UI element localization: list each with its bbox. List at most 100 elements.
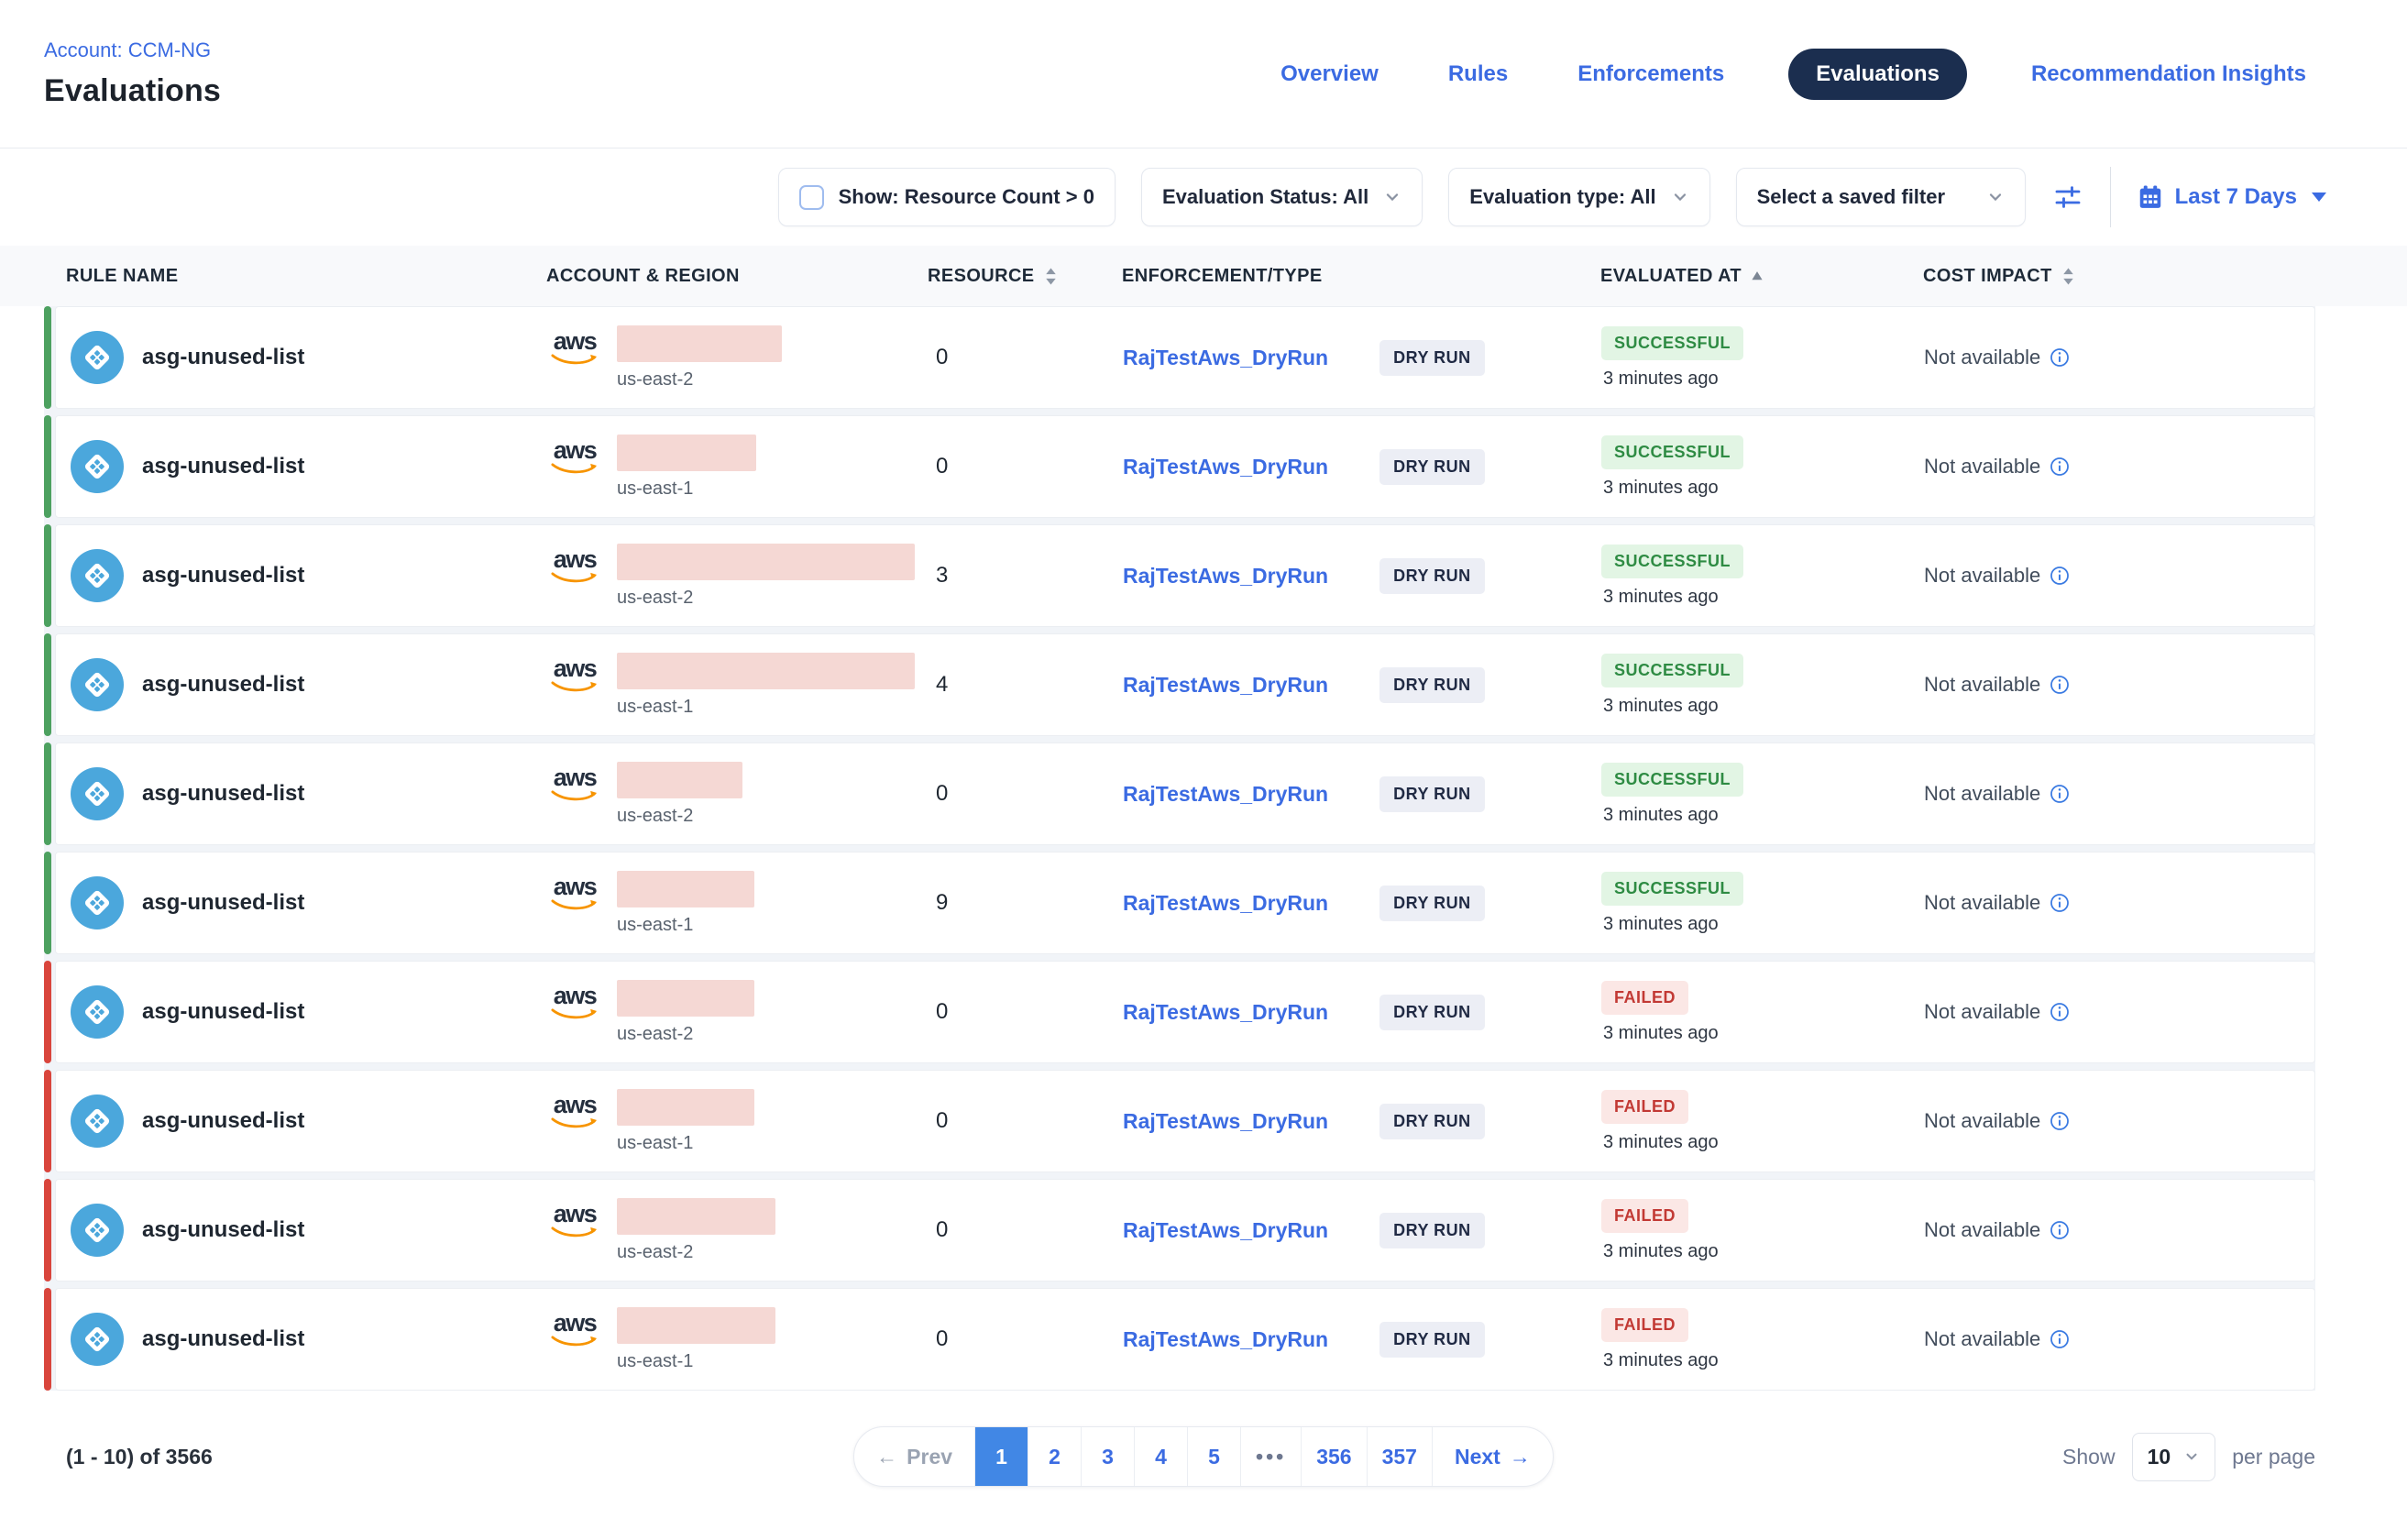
sort-icon[interactable] [2061, 267, 2075, 286]
enforcement-link[interactable]: RajTestAws_DryRun [1123, 673, 1328, 698]
page-button-357[interactable]: 357 [1368, 1427, 1433, 1486]
rule-name: asg-unused-list [142, 781, 304, 807]
evaluation-type-select[interactable]: Evaluation type: All [1448, 168, 1709, 226]
column-header-resource[interactable]: RESOURCE [928, 266, 1122, 287]
evaluated-time: 3 minutes ago [1603, 1132, 1719, 1153]
next-page-button[interactable]: Next → [1433, 1427, 1553, 1486]
row-card: asg-unused-list aws us-east-2 3 RajTestA… [55, 524, 2315, 627]
enforcement-cell: RajTestAws_DryRun DRY RUN [1123, 1104, 1601, 1139]
aws-logo-icon: aws [547, 438, 602, 475]
enforcement-link[interactable]: RajTestAws_DryRun [1123, 564, 1328, 588]
enforcement-link[interactable]: RajTestAws_DryRun [1123, 891, 1328, 916]
info-icon[interactable] [2050, 893, 2070, 913]
per-page-label: per page [2232, 1445, 2315, 1469]
info-icon[interactable] [2050, 1329, 2070, 1349]
enforcement-link[interactable]: RajTestAws_DryRun [1123, 1218, 1328, 1243]
enforcement-link[interactable]: RajTestAws_DryRun [1123, 346, 1328, 370]
status-badge: SUCCESSFUL [1601, 435, 1743, 469]
table-row[interactable]: asg-unused-list aws us-east-1 4 RajTestA… [44, 633, 2315, 736]
sort-asc-icon[interactable] [1751, 270, 1764, 281]
evaluation-status-select[interactable]: Evaluation Status: All [1141, 168, 1423, 226]
enforcement-cell: RajTestAws_DryRun DRY RUN [1123, 667, 1601, 703]
table-row[interactable]: asg-unused-list aws us-east-1 0 RajTestA… [44, 1070, 2315, 1172]
nav-tab-recommendation-insights[interactable]: Recommendation Insights [2026, 49, 2312, 100]
info-icon[interactable] [2050, 1002, 2070, 1022]
evaluated-time: 3 minutes ago [1603, 914, 1719, 935]
resource-count-filter[interactable]: Show: Resource Count > 0 [778, 168, 1116, 226]
table-row[interactable]: asg-unused-list aws us-east-1 9 RajTestA… [44, 852, 2315, 954]
nav-tab-overview[interactable]: Overview [1275, 49, 1384, 100]
pagination-ellipsis[interactable]: ••• [1241, 1427, 1302, 1486]
sort-icon[interactable] [1044, 267, 1058, 286]
cost-impact-value: Not available [1924, 673, 2040, 697]
page-size-select[interactable]: 10 [2132, 1433, 2216, 1481]
info-icon[interactable] [2050, 347, 2070, 368]
sliders-icon [2051, 181, 2084, 214]
status-color-bar [44, 1288, 51, 1391]
page-button-5[interactable]: 5 [1188, 1427, 1241, 1486]
evaluated-at-cell: SUCCESSFUL 3 minutes ago [1601, 435, 1924, 499]
region-label: us-east-2 [617, 588, 915, 609]
info-icon[interactable] [2050, 1111, 2070, 1131]
page-title: Evaluations [44, 73, 221, 109]
table-row[interactable]: asg-unused-list aws us-east-2 0 RajTestA… [44, 742, 2315, 845]
table-row[interactable]: asg-unused-list aws us-east-1 0 RajTestA… [44, 1288, 2315, 1391]
resource-count: 3 [929, 563, 1123, 588]
table-row[interactable]: asg-unused-list aws us-east-2 3 RajTestA… [44, 524, 2315, 627]
account-region-cell: aws us-east-1 [547, 434, 929, 500]
resource-count-checkbox[interactable] [799, 185, 824, 210]
region-label: us-east-1 [617, 915, 754, 936]
filter-settings-button[interactable] [2051, 181, 2084, 214]
nav-tab-enforcements[interactable]: Enforcements [1572, 49, 1730, 100]
status-badge: FAILED [1601, 1090, 1688, 1124]
enforcement-link[interactable]: RajTestAws_DryRun [1123, 1327, 1328, 1352]
cost-impact-cell: Not available [1924, 346, 2314, 369]
table-row[interactable]: asg-unused-list aws us-east-2 0 RajTestA… [44, 961, 2315, 1063]
status-color-bar [44, 633, 51, 736]
account-breadcrumb-link[interactable]: Account: CCM-NG [44, 38, 221, 62]
account-region-cell: aws us-east-2 [547, 980, 929, 1045]
enforcement-link[interactable]: RajTestAws_DryRun [1123, 1109, 1328, 1134]
account-region-cell: aws us-east-2 [547, 1198, 929, 1263]
account-region-cell: aws us-east-2 [547, 325, 929, 390]
divider [2110, 167, 2111, 227]
info-icon[interactable] [2050, 675, 2070, 695]
page-button-2[interactable]: 2 [1028, 1427, 1082, 1486]
table-header-band: RULE NAME ACCOUNT & REGION RESOURCE ENFO… [0, 246, 2407, 306]
prev-page-button[interactable]: ← Prev [854, 1427, 975, 1486]
enforcement-link[interactable]: RajTestAws_DryRun [1123, 782, 1328, 807]
nav-tab-evaluations[interactable]: Evaluations [1788, 49, 1967, 100]
info-icon[interactable] [2050, 566, 2070, 586]
nav-tab-rules[interactable]: Rules [1443, 49, 1513, 100]
region-label: us-east-1 [617, 478, 756, 500]
enforcement-link[interactable]: RajTestAws_DryRun [1123, 1000, 1328, 1025]
rule-name: asg-unused-list [142, 1108, 304, 1134]
table-row[interactable]: asg-unused-list aws us-east-2 0 RajTestA… [44, 306, 2315, 409]
info-icon[interactable] [2050, 1220, 2070, 1240]
table-row[interactable]: asg-unused-list aws us-east-1 0 RajTestA… [44, 415, 2315, 518]
table-row[interactable]: asg-unused-list aws us-east-2 0 RajTestA… [44, 1179, 2315, 1282]
evaluated-at-cell: FAILED 3 minutes ago [1601, 981, 1924, 1044]
evaluated-time: 3 minutes ago [1603, 587, 1719, 608]
cost-impact-value: Not available [1924, 1109, 2040, 1133]
date-range-picker[interactable]: Last 7 Days [2137, 183, 2326, 211]
status-color-bar [44, 961, 51, 1063]
info-icon[interactable] [2050, 784, 2070, 804]
status-color-bar [44, 1070, 51, 1172]
info-icon[interactable] [2050, 456, 2070, 477]
column-header-cost-impact[interactable]: COST IMPACT [1923, 266, 2315, 287]
page-button-1[interactable]: 1 [975, 1427, 1028, 1486]
status-badge: SUCCESSFUL [1601, 544, 1743, 578]
region-label: us-east-2 [617, 1242, 775, 1263]
page-button-4[interactable]: 4 [1135, 1427, 1188, 1486]
resource-count: 0 [929, 454, 1123, 479]
page-button-3[interactable]: 3 [1082, 1427, 1135, 1486]
column-header-evaluated-at[interactable]: EVALUATED AT [1600, 266, 1923, 287]
row-card: asg-unused-list aws us-east-1 0 RajTestA… [55, 415, 2315, 518]
page-button-356[interactable]: 356 [1302, 1427, 1367, 1486]
evaluation-type-badge: DRY RUN [1379, 776, 1485, 812]
status-badge: FAILED [1601, 981, 1688, 1015]
saved-filter-select[interactable]: Select a saved filter [1736, 168, 2026, 226]
enforcement-cell: RajTestAws_DryRun DRY RUN [1123, 995, 1601, 1030]
enforcement-link[interactable]: RajTestAws_DryRun [1123, 455, 1328, 479]
